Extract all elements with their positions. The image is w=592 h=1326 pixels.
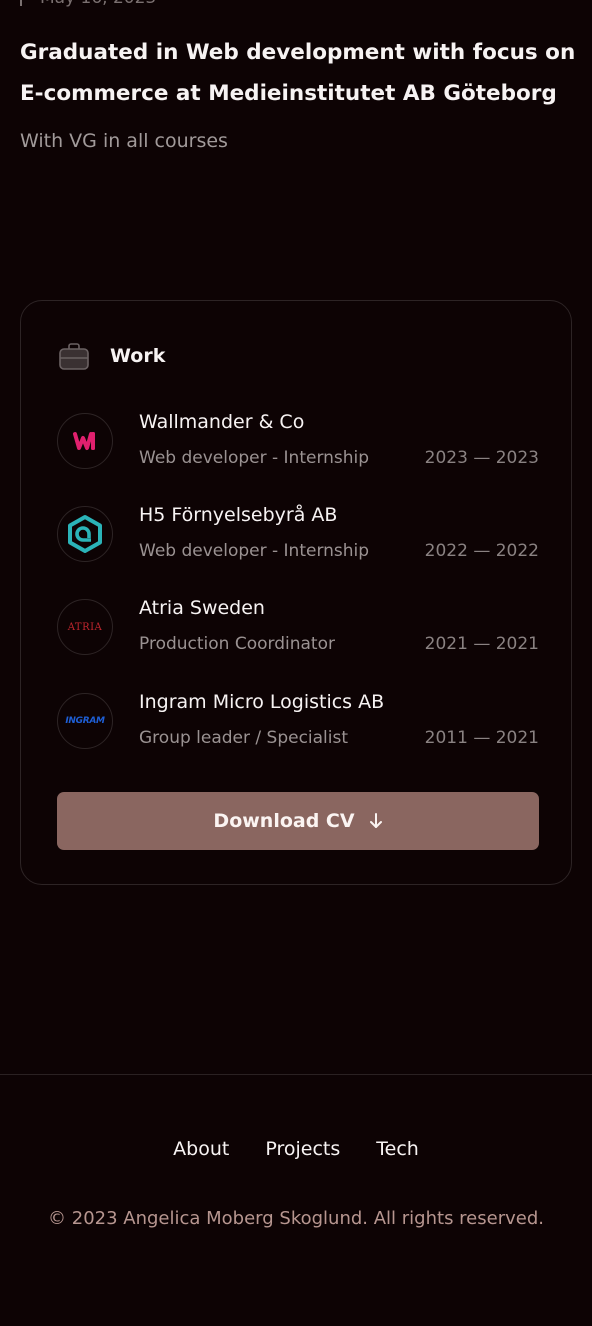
education-date: May 16, 2023 [40,0,156,8]
job-role: Group leader / Specialist [139,728,349,748]
arrow-down-icon [369,813,382,828]
job-company: Wallmander & Co [139,411,305,433]
footer-divider [0,1074,592,1075]
education-date-row: May 16, 2023 [20,0,156,8]
timeline-bar [20,0,22,6]
job-years: 2011 — 2021 [424,728,539,748]
job-role: Production Coordinator [139,634,335,654]
job-company: Ingram Micro Logistics AB [139,691,385,713]
footer-link-tech[interactable]: Tech [376,1138,419,1160]
job-years: 2021 — 2021 [424,634,539,654]
footer-link-projects[interactable]: Projects [265,1138,340,1160]
footer-link-about[interactable]: About [173,1138,229,1160]
download-cv-label: Download CV [213,810,355,832]
job-item-h5: H5 Förnyelsebyrå AB Web developer - Inte… [57,504,539,566]
copyright-text: © 2023 Angelica Moberg Skoglund. All rig… [48,1208,544,1229]
footer-nav: About Projects Tech [0,1138,592,1160]
briefcase-icon [59,343,89,370]
job-company: H5 Förnyelsebyrå AB [139,504,338,526]
work-card: Work Wallmander & Co Web developer - Int… [20,300,572,885]
job-item-wallmander: Wallmander & Co Web developer - Internsh… [57,411,539,473]
atria-logo: ATRIA [57,599,113,655]
job-years: 2023 — 2023 [424,448,539,468]
work-title: Work [110,345,166,367]
h5-logo [57,506,113,562]
work-card-header: Work [58,341,165,371]
education-headline: Graduated in Web development with focus … [20,40,576,106]
education-subline: With VG in all courses [20,130,228,152]
download-cv-button[interactable]: Download CV [57,792,539,850]
wallmander-logo [57,413,113,469]
ingram-logo: INGRAM [57,693,113,749]
job-role: Web developer - Internship [139,448,370,468]
job-role: Web developer - Internship [139,541,370,561]
job-years: 2022 — 2022 [424,541,539,561]
job-item-ingram: INGRAM Ingram Micro Logistics AB Group l… [57,691,539,753]
job-item-atria: ATRIA Atria Sweden Production Coordinato… [57,597,539,659]
job-company: Atria Sweden [139,597,265,619]
